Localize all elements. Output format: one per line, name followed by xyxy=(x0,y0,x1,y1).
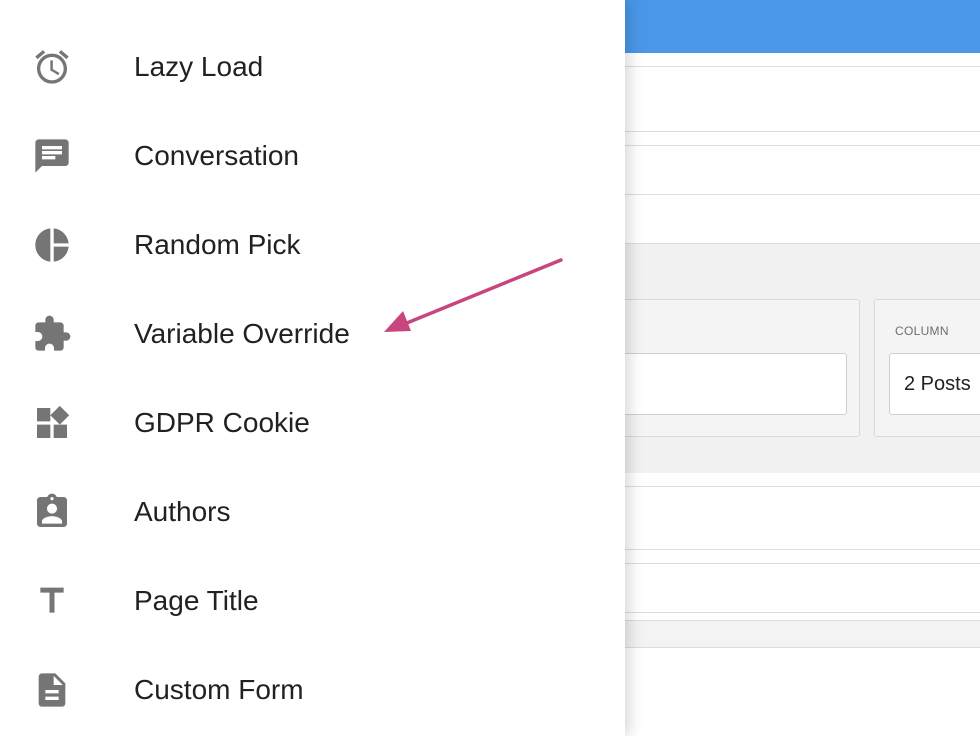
screen: COLUMN 2 Posts Lazy Load Conversation Ra… xyxy=(0,0,980,736)
menu-item-page-title[interactable]: Page Title xyxy=(0,556,625,645)
sidebar-drawer: Lazy Load Conversation Random Pick Varia… xyxy=(0,0,625,736)
menu-item-label: Random Pick xyxy=(134,228,301,260)
menu-item-label: Authors xyxy=(134,495,231,527)
menu-item-lazy-load[interactable]: Lazy Load xyxy=(0,22,625,111)
menu-item-random-pick[interactable]: Random Pick xyxy=(0,200,625,289)
column-select[interactable]: 2 Posts xyxy=(889,353,980,415)
menu-item-label: Page Title xyxy=(134,584,259,616)
alarm-clock-icon xyxy=(32,47,72,87)
chat-bubble-icon xyxy=(32,136,72,176)
menu-item-authors[interactable]: Authors xyxy=(0,467,625,556)
text-icon xyxy=(32,581,72,621)
menu-item-label: Custom Form xyxy=(134,673,304,705)
pie-chart-icon xyxy=(32,225,72,265)
document-icon xyxy=(32,670,72,710)
menu-item-label: Conversation xyxy=(134,139,299,171)
menu-item-gdpr-cookie[interactable]: GDPR Cookie xyxy=(0,378,625,467)
assignment-ind-icon xyxy=(32,492,72,532)
menu-item-label: Lazy Load xyxy=(134,50,264,82)
menu-item-variable-override[interactable]: Variable Override xyxy=(0,289,625,378)
column-label: COLUMN xyxy=(895,324,949,338)
menu-item-label: GDPR Cookie xyxy=(134,406,310,438)
column-setting-box: COLUMN 2 Posts xyxy=(874,299,980,437)
widgets-icon xyxy=(32,403,72,443)
menu-item-custom-form[interactable]: Custom Form xyxy=(0,645,625,734)
puzzle-piece-icon xyxy=(32,314,72,354)
menu-item-label: Variable Override xyxy=(134,317,350,349)
menu-item-conversation[interactable]: Conversation xyxy=(0,111,625,200)
